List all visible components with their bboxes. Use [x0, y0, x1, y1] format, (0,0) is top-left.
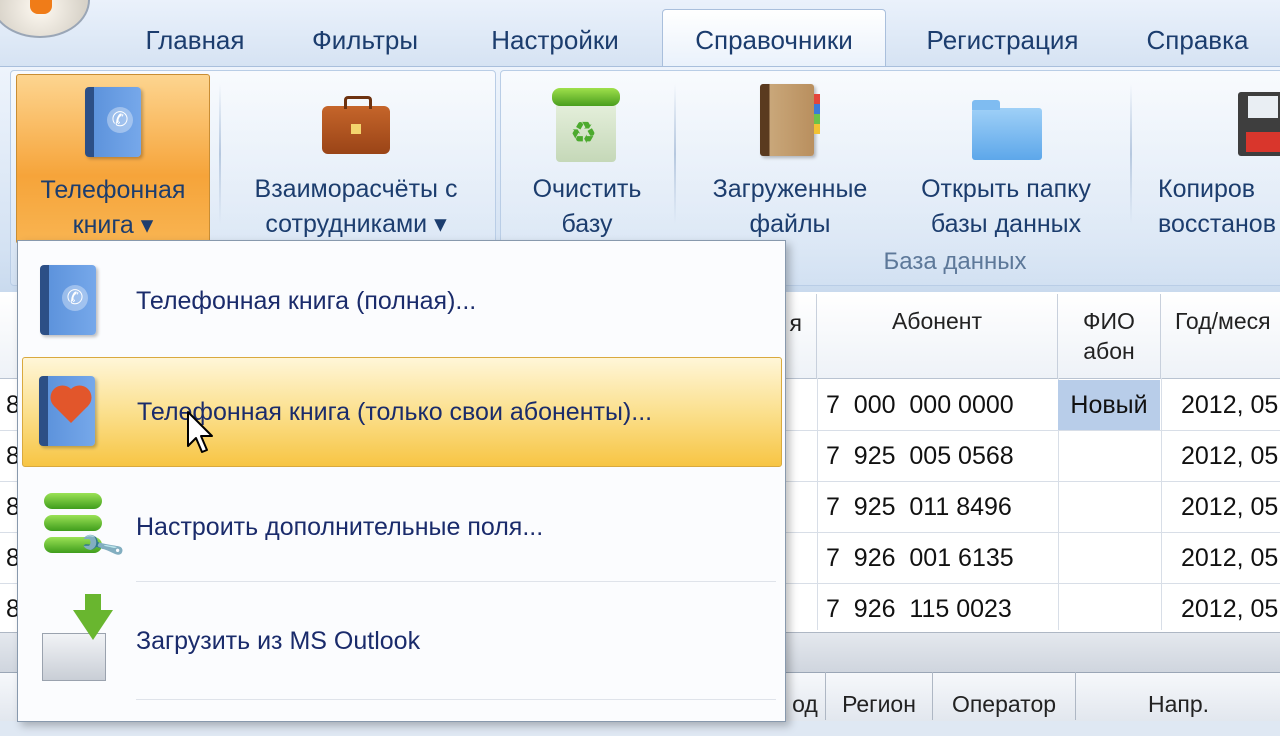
tab-registration[interactable]: Регистрация — [905, 14, 1100, 66]
cell-subscriber: 7 925 005 0568 — [826, 442, 1014, 470]
column-header-subscriber[interactable]: Абонент — [817, 294, 1058, 379]
loaded-files-label-1: Загруженные — [712, 175, 868, 203]
menu-item-configure-fields[interactable]: 🔧 Настроить дополнительные поля... — [22, 471, 780, 583]
menu-item-label: Настроить дополнительные поля... — [136, 512, 544, 541]
cell-date: 2012, 05 — [1181, 595, 1279, 623]
briefcase-icon — [322, 96, 390, 154]
loaded-files-label-2: файлы — [749, 210, 831, 238]
header-fio-line2: абон — [1083, 338, 1135, 364]
mouse-cursor-icon — [187, 411, 213, 453]
footer-column-direction[interactable]: Напр. — [1075, 672, 1280, 720]
cell-fio — [1058, 584, 1160, 634]
phonebook-icon: ✆ — [40, 265, 96, 335]
footer-column-operator[interactable]: Оператор — [932, 672, 1075, 720]
phonebook-label-2: книга ▾ — [72, 211, 154, 239]
cell-fio: Новый — [1058, 380, 1160, 430]
copy-restore-label-2: восстанов — [1158, 210, 1276, 238]
settlements-button[interactable]: Взаиморасчёты с сотрудниками ▾ — [236, 74, 476, 242]
favorite-phonebook-icon — [39, 376, 95, 446]
open-folder-label-2: базы данных — [930, 210, 1082, 238]
tab-settings[interactable]: Настройки — [470, 14, 640, 66]
settlements-label-1: Взаиморасчёты с — [254, 175, 458, 203]
app-logo-icon — [30, 0, 52, 14]
settlements-label-2: сотрудниками ▾ — [265, 210, 447, 238]
footer-column[interactable]: од — [784, 672, 825, 720]
copy-restore-label-1: Копиров — [1158, 175, 1256, 203]
clear-db-button[interactable]: ♻ Очистить базу — [512, 74, 662, 242]
notebook-icon — [760, 84, 820, 156]
fields-settings-icon: 🔧 — [44, 493, 127, 570]
menu-item-label: Загрузить из MS Outlook — [136, 626, 421, 655]
menu-separator — [136, 699, 776, 700]
header-year-month-text: Год/меся — [1175, 308, 1271, 334]
menu-item-outlook-import[interactable]: Загрузить из MS Outlook — [22, 585, 780, 697]
cell-date: 2012, 05 — [1181, 493, 1279, 521]
ribbon-separator — [1130, 84, 1132, 224]
menu-item-label: Телефонная книга (полная)... — [136, 286, 477, 315]
cell-date: 2012, 05 — [1181, 391, 1279, 419]
column-header-year-month[interactable]: Год/меся — [1161, 294, 1280, 379]
open-folder-label-1: Открыть папку — [921, 175, 1091, 203]
header-fio-line1: ФИО — [1083, 308, 1135, 334]
menu-item-phonebook-own[interactable]: Телефонная книга (только свои абоненты).… — [22, 357, 782, 467]
menu-separator — [136, 581, 776, 582]
ribbon-separator — [674, 84, 676, 224]
menu-item-phonebook-full[interactable]: ✆ Телефонная книга (полная)... — [22, 245, 780, 357]
cell-subscriber: 7 925 011 8496 — [826, 493, 1012, 521]
cell-fio — [1058, 533, 1160, 583]
folder-icon — [972, 100, 1042, 160]
copy-restore-button[interactable]: Копиров восстанов — [1150, 74, 1280, 242]
header-partial-text: я — [789, 310, 802, 336]
open-db-folder-button[interactable]: Открыть папку базы данных — [900, 74, 1112, 242]
group-label-database: База данных — [883, 248, 1027, 275]
cell-date: 2012, 05 — [1181, 544, 1279, 572]
phonebook-label-1: Телефонная — [40, 176, 186, 204]
cell-subscriber: 7 926 115 0023 — [826, 595, 1012, 623]
clear-db-label-2: базу — [561, 210, 613, 238]
recycle-bin-icon: ♻ — [552, 88, 620, 162]
cell-subscriber: 7 000 000 0000 — [826, 391, 1014, 419]
column-header-fio[interactable]: ФИО абон — [1058, 294, 1161, 379]
tab-filters[interactable]: Фильтры — [290, 14, 440, 66]
outlook-import-icon — [42, 594, 113, 681]
cell-subscriber: 7 926 001 6135 — [826, 544, 1014, 572]
phonebook-button[interactable]: ✆ Телефонная книга ▾ — [16, 74, 210, 244]
floppy-disk-icon — [1238, 92, 1280, 156]
phonebook-dropdown-menu: ✆ Телефонная книга (полная)... Телефонна… — [17, 240, 786, 722]
header-subscriber-text: Абонент — [891, 308, 983, 334]
tab-help[interactable]: Справка — [1125, 14, 1270, 66]
footer-column-region[interactable]: Регион — [825, 672, 932, 720]
cell-date: 2012, 05 — [1181, 442, 1279, 470]
tab-home[interactable]: Главная — [130, 14, 260, 66]
phonebook-icon: ✆ — [85, 87, 141, 157]
cell-fio — [1058, 482, 1160, 532]
loaded-files-button[interactable]: Загруженные файлы — [690, 74, 890, 242]
tab-directories[interactable]: Справочники — [662, 9, 886, 68]
clear-db-label-1: Очистить — [532, 175, 642, 203]
cell-fio — [1058, 431, 1160, 481]
ribbon-separator — [219, 84, 221, 224]
